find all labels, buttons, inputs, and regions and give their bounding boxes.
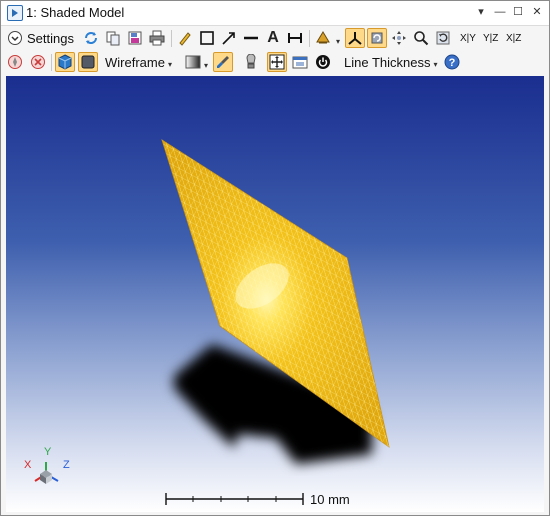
window-title: 1: Shaded Model [26,5,125,20]
print-icon[interactable] [147,28,167,48]
scale-bar [165,493,304,505]
dropdown-arrow-icon[interactable]: ▾ [473,4,489,20]
axis-y-label: Y [44,446,52,458]
refresh-icon[interactable] [81,28,101,48]
arrow-icon[interactable] [219,28,239,48]
toolbar-separator [51,54,52,71]
remove-icon[interactable] [28,52,48,72]
axis-x-label: X [24,459,32,471]
help-icon[interactable]: ? [442,52,462,72]
settings-chevron-icon[interactable] [5,28,25,48]
pencil-icon[interactable] [175,28,195,48]
shaded-model-window: 1: Shaded Model ▾ — ☐ ✕ Settings A ▾ X|Y… [0,0,550,516]
settings-button[interactable]: Settings [27,31,74,46]
scale-bar-label: 10 mm [310,492,350,507]
rectangle-icon[interactable] [197,28,217,48]
axis-z-label: Z [63,459,70,471]
close-button[interactable]: ✕ [529,4,545,20]
title-bar: 1: Shaded Model ▾ — ☐ ✕ [1,1,549,26]
view-yz-button[interactable]: Y|Z [483,33,498,44]
lighting-dropdown-arrow[interactable]: ▾ [333,32,340,47]
rotate-view-icon[interactable] [367,28,387,48]
solid-icon[interactable] [78,52,98,72]
app-icon [7,5,23,21]
3d-viewport[interactable]: Y X Z 10 mm [6,76,544,512]
window-layout-icon[interactable] [290,52,310,72]
view-xy-button[interactable]: X|Y [460,33,476,44]
pan-icon[interactable] [389,28,409,48]
toolbar-separator [171,30,172,47]
reset-view-icon[interactable] [433,28,453,48]
minimize-button[interactable]: — [492,4,508,20]
copy-icon[interactable] [103,28,123,48]
maximize-button[interactable]: ☐ [510,4,526,20]
axes-rotate-icon[interactable] [345,28,365,48]
text-icon[interactable]: A [263,28,283,48]
line-thickness-dropdown[interactable]: Line Thickness ▾ [344,55,438,70]
axis-triad [34,462,59,484]
toolbar-row-1: Settings A ▾ X|Y Y|Z X|Z [1,26,549,50]
line-icon[interactable] [241,28,261,48]
zoom-icon[interactable] [411,28,431,48]
svg-text:?: ? [449,57,456,69]
toolbar-separator [309,30,310,47]
dropdown-arrow-icon: ▾ [167,60,172,69]
view-xz-button[interactable]: X|Z [506,33,521,44]
save-image-icon[interactable] [125,28,145,48]
lamp-icon[interactable] [241,52,261,72]
render-mode-dropdown[interactable]: Wireframe ▾ [105,55,172,70]
render-mode-label: Wireframe [105,55,165,70]
color-gradient-icon[interactable] [183,52,203,72]
hide-objects-icon[interactable] [5,52,25,72]
shaded-cube-icon[interactable] [55,52,75,72]
color-dropdown-arrow[interactable]: ▾ [201,56,208,71]
toolbar-row-2: Wireframe ▾ ▾ Line Thickness ▾ ? [1,50,549,74]
scene-canvas [34,139,390,505]
fit-view-icon[interactable] [267,52,287,72]
dimension-icon[interactable] [285,28,305,48]
dropdown-arrow-icon: ▾ [433,60,438,69]
lighting-icon[interactable] [313,28,333,48]
line-thickness-label: Line Thickness [344,55,431,70]
power-icon[interactable] [313,52,333,72]
brush-icon[interactable] [213,52,233,72]
